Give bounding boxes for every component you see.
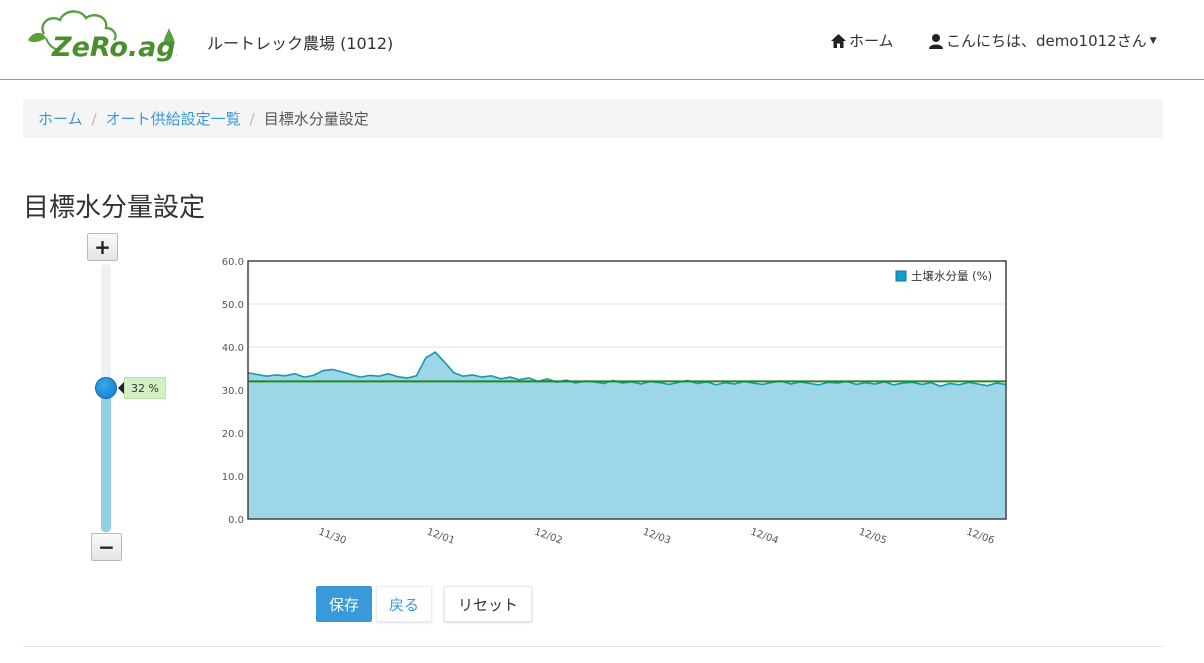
reset-button[interactable]: リセット [444, 586, 532, 622]
back-button[interactable]: 戻る [376, 586, 432, 622]
y-tick-label: 30.0 [222, 386, 244, 397]
page-title: 目標水分量設定 [23, 193, 206, 223]
save-button[interactable]: 保存 [316, 586, 372, 622]
caret-down-icon: ▼ [1149, 35, 1157, 46]
legend-label: 土壌水分量 (%) [911, 269, 992, 283]
x-tick-label: 12/05 [857, 527, 888, 547]
x-tick-label: 12/03 [641, 527, 672, 547]
y-tick-label: 60.0 [222, 257, 244, 268]
slider-decrement-button[interactable]: − [91, 533, 122, 561]
logo-text: ZeRo.agri [51, 32, 177, 63]
y-tick-label: 20.0 [222, 429, 244, 440]
footer-divider [23, 646, 1163, 647]
breadcrumb-separator: / [249, 109, 255, 128]
x-tick-label: 12/02 [533, 527, 564, 547]
breadcrumb-home[interactable]: ホーム [38, 108, 83, 129]
user-greeting: こんにちは、demo1012さん [946, 32, 1147, 50]
legend-swatch [895, 270, 907, 282]
slider-handle[interactable] [95, 377, 117, 399]
top-navbar: ZeRo.agri ルートレック農場 (1012) ホーム こんにちは、demo… [0, 0, 1204, 80]
y-tick-label: 40.0 [222, 343, 244, 354]
x-tick-label: 12/06 [965, 527, 996, 547]
y-tick-label: 0.0 [228, 515, 244, 526]
nav-home-link[interactable]: ホーム [830, 30, 894, 51]
slider-value-tooltip: 32 % [124, 377, 166, 399]
user-menu-dropdown[interactable]: こんにちは、demo1012さん ▼ [928, 30, 1157, 51]
nav-home-label: ホーム [849, 32, 894, 50]
y-tick-label: 10.0 [222, 472, 244, 483]
home-icon [831, 33, 846, 48]
slider-increment-button[interactable]: + [87, 233, 118, 261]
y-tick-label: 50.0 [222, 300, 244, 311]
slider-fill [101, 388, 111, 532]
breadcrumb-separator: / [91, 109, 97, 128]
soil-moisture-chart: 60.0 50.0 40.0 30.0 20.0 10.0 0.0 11/30 12/01 12/… [222, 257, 1007, 547]
breadcrumb: ホーム / オート供給設定一覧 / 目標水分量設定 [23, 99, 1163, 138]
x-tick-label: 12/04 [749, 527, 780, 547]
breadcrumb-current: 目標水分量設定 [263, 110, 369, 128]
x-tick-label: 11/30 [317, 527, 348, 547]
x-tick-label: 12/01 [425, 527, 456, 547]
breadcrumb-auto-supply-list[interactable]: オート供給設定一覧 [106, 108, 241, 129]
farm-name: ルートレック農場 (1012) [207, 34, 394, 53]
user-icon [929, 33, 943, 49]
zero-agri-logo[interactable]: ZeRo.agri [22, 6, 177, 68]
